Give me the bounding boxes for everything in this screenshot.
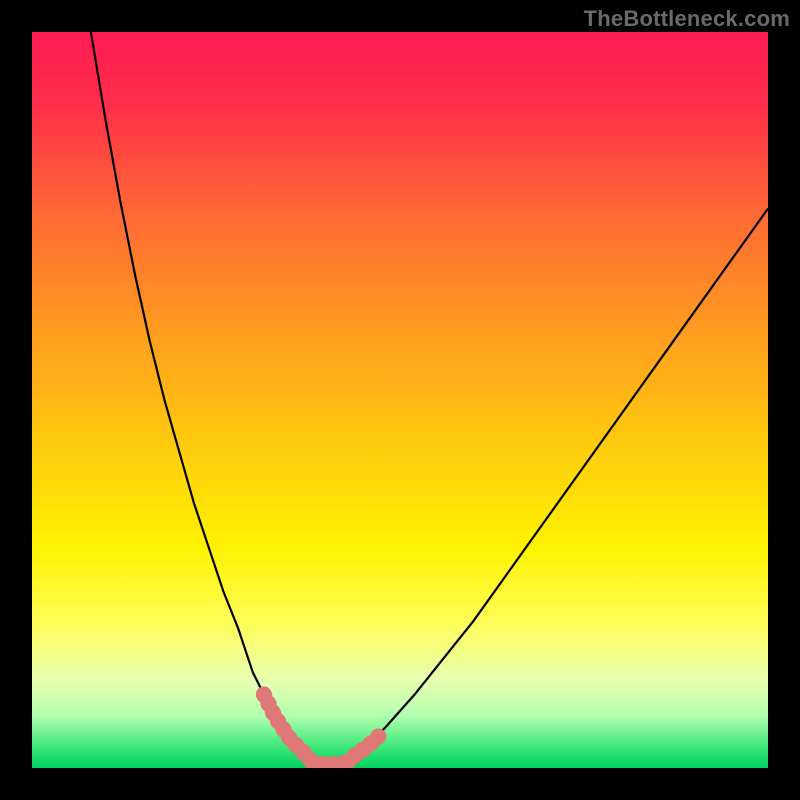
watermark-text: TheBottleneck.com	[584, 6, 790, 32]
chart-frame: TheBottleneck.com	[0, 0, 800, 800]
chart-svg	[32, 32, 768, 768]
chart-plot-area	[32, 32, 768, 768]
chart-background	[32, 32, 768, 768]
